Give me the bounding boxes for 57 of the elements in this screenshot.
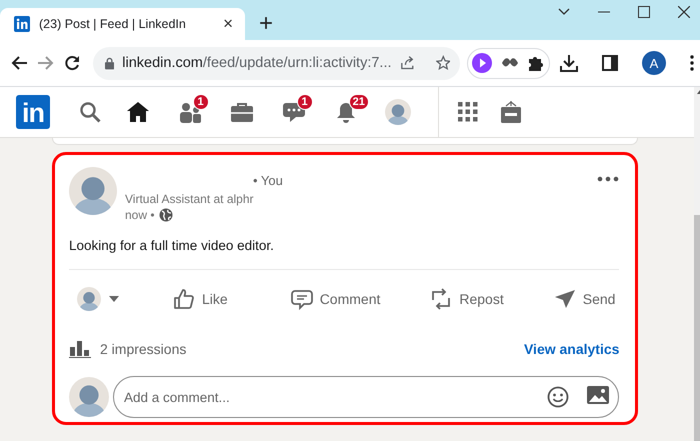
chevron-down-icon[interactable] xyxy=(558,8,570,16)
commenter-avatar xyxy=(69,377,109,417)
author-connection: • You xyxy=(253,173,283,188)
profile-avatar[interactable]: A xyxy=(642,51,666,75)
emoji-icon[interactable] xyxy=(547,386,570,408)
send-icon xyxy=(554,288,576,310)
more-options-icon[interactable] xyxy=(690,55,694,71)
briefcase-icon[interactable] xyxy=(230,102,254,122)
globe-icon xyxy=(158,208,173,222)
comment-icon xyxy=(290,288,313,310)
comment-field[interactable]: Add a comment... xyxy=(113,376,620,418)
address-bar[interactable]: linkedin.com/feed/update/urn:li:activity:7... xyxy=(93,46,460,80)
post-text: Looking for a full time video editor. xyxy=(69,238,275,253)
home-icon[interactable] xyxy=(126,101,150,123)
download-icon[interactable] xyxy=(560,54,578,72)
send-button[interactable]: Send xyxy=(550,284,620,314)
forward-arrow-icon[interactable] xyxy=(38,56,54,70)
linkedin-logo-icon xyxy=(14,16,30,32)
actor-selector[interactable] xyxy=(77,287,119,311)
author-headline: Virtual Assistant at alphr xyxy=(125,192,255,206)
like-icon xyxy=(173,288,195,310)
apps-grid-icon[interactable] xyxy=(458,102,478,122)
star-icon[interactable] xyxy=(436,55,450,71)
search-icon[interactable] xyxy=(79,101,101,123)
comment-button[interactable]: Comment xyxy=(286,284,384,314)
advertise-icon[interactable] xyxy=(500,100,522,124)
caret-down-icon xyxy=(109,296,119,302)
notification-badge: 1 xyxy=(296,94,313,110)
image-icon[interactable] xyxy=(587,386,610,404)
view-analytics-link[interactable]: View analytics xyxy=(524,341,620,357)
bar-chart-icon xyxy=(69,340,91,358)
back-arrow-icon[interactable] xyxy=(11,56,28,70)
tab-title: (23) Post | Feed | LinkedIn xyxy=(39,17,187,31)
repost-icon xyxy=(430,288,452,310)
minimize-icon[interactable] xyxy=(598,11,610,13)
notification-badge: 21 xyxy=(348,94,369,110)
reload-icon[interactable] xyxy=(64,55,80,71)
side-panel-icon[interactable] xyxy=(602,55,618,71)
puzzle-icon[interactable] xyxy=(527,54,546,72)
impressions-count: 2 impressions xyxy=(100,341,186,357)
profile-avatar xyxy=(77,287,101,311)
linkedin-logo[interactable]: in xyxy=(16,95,50,129)
new-tab-button[interactable]: + xyxy=(253,10,280,38)
lock-icon xyxy=(105,56,114,70)
url-text: linkedin.com/feed/update/urn:li:activity:7... xyxy=(122,55,392,71)
play-extension-icon[interactable] xyxy=(472,53,492,73)
close-icon[interactable] xyxy=(678,6,690,18)
more-options-icon[interactable] xyxy=(597,176,620,182)
tab-close-button[interactable]: × xyxy=(219,14,237,34)
author-avatar xyxy=(69,167,117,215)
repost-button[interactable]: Repost xyxy=(426,284,508,314)
like-button[interactable]: Like xyxy=(169,284,232,314)
notification-badge: 1 xyxy=(192,94,209,110)
maximize-icon[interactable] xyxy=(638,6,650,18)
post-time: now • xyxy=(125,208,155,222)
share-icon[interactable] xyxy=(400,55,414,71)
browser-tab[interactable]: (23) Post | Feed | LinkedIn × xyxy=(0,8,245,40)
